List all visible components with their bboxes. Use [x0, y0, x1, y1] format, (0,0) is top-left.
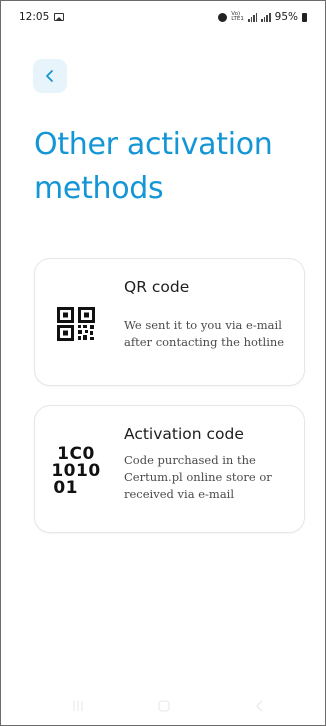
status-bar: 12:05 Vo) LTE1 95% — [1, 1, 325, 35]
recent-apps-icon[interactable] — [71, 699, 85, 713]
network-label-bottom: LTE1 — [231, 16, 244, 22]
qr-code-icon — [41, 289, 111, 359]
qr-code-description: We sent it to you via e-mail after conta… — [124, 318, 285, 349]
qr-code-method-card[interactable]: QR code We sent it to you via e-mail aft… — [34, 258, 305, 386]
binary-code-icon: 1C0 1010 01 — [41, 436, 111, 506]
network-type-icon: Vo) LTE1 — [231, 11, 244, 22]
binary-line-2: 1010 — [51, 460, 101, 481]
page-title: Other activation methods — [34, 127, 273, 206]
activation-code-method-card[interactable]: 1C0 1010 01 Activation code Code purchas… — [34, 405, 305, 533]
battery-percent: 95% — [274, 11, 298, 23]
alarm-icon — [218, 12, 228, 22]
status-right: Vo) LTE1 95% — [218, 11, 307, 23]
screen: 12:05 Vo) LTE1 95% Other activation meth… — [0, 0, 326, 726]
back-button[interactable] — [33, 59, 67, 93]
activation-code-title: Activation code — [124, 425, 244, 443]
status-time: 12:05 — [19, 11, 50, 23]
gallery-notification-icon — [54, 13, 65, 21]
chevron-left-icon — [46, 70, 53, 82]
binary-line-3: 01 — [53, 477, 78, 498]
battery-icon — [302, 12, 307, 22]
status-left: 12:05 — [19, 11, 65, 23]
back-icon[interactable] — [253, 699, 267, 713]
system-nav-bar — [1, 691, 325, 725]
qr-code-title: QR code — [124, 278, 190, 296]
home-icon[interactable] — [157, 699, 171, 713]
signal-strength-icon — [247, 12, 258, 22]
binary-line-1: 1C0 — [57, 443, 95, 464]
activation-code-description: Code purchased in the Certum.pl online s… — [124, 453, 272, 501]
signal-strength-2-icon — [261, 12, 271, 22]
